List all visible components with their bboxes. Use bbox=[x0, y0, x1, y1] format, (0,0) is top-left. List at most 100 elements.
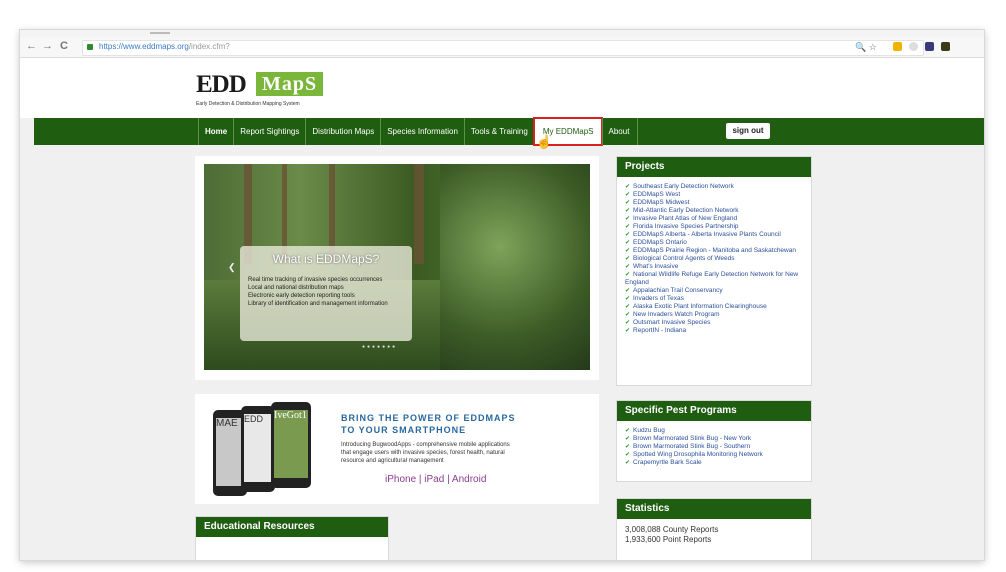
list-item[interactable]: ✔ EDDMapS Prairie Region - Manitoba and S… bbox=[625, 247, 811, 255]
sign-out-button[interactable]: sign out bbox=[726, 123, 770, 139]
lock-icon bbox=[87, 44, 93, 50]
phone-label: IveGot1 bbox=[274, 410, 308, 478]
projects-list: ✔ Southeast Early Detection Network ✔ EDDMa… bbox=[617, 183, 811, 335]
forward-button[interactable]: → bbox=[42, 40, 53, 52]
logo-tagline: Early Detection & Distribution Mapping S… bbox=[196, 101, 300, 107]
address-bar[interactable]: https://www.eddmaps.org/index.cfm? bbox=[82, 40, 924, 56]
list-item-label: EDDMapS Prairie Region - Manitoba and Sa… bbox=[633, 247, 796, 254]
list-item[interactable]: ✔ Outsmart Invasive Species bbox=[625, 319, 811, 327]
slide-dots[interactable]: ●●●●●●● bbox=[362, 344, 397, 350]
list-item[interactable]: ✔ Southeast Early Detection Network bbox=[625, 183, 811, 191]
list-item[interactable]: ✔ National Wildlife Refuge Early Detectio… bbox=[625, 271, 811, 287]
back-button[interactable]: ← bbox=[26, 40, 37, 52]
list-item[interactable]: ✔ Spotted Wing Drosophila Monitoring Netw… bbox=[625, 451, 811, 459]
phone-label: MAE bbox=[216, 418, 244, 486]
browser-toolbar: ← → C https://www.eddmaps.org/index.cfm?… bbox=[20, 37, 984, 58]
list-item-label: New Invaders Watch Program bbox=[633, 311, 720, 318]
list-item[interactable]: ✔ Florida Invasive Species Partnership bbox=[625, 223, 811, 231]
list-item[interactable]: ✔ Invasive Plant Atlas of New England bbox=[625, 215, 811, 223]
list-item-label: Brown Marmorated Stink Bug - Southern bbox=[633, 443, 751, 450]
phone-image: IveGot1 bbox=[271, 402, 311, 488]
hero-slideshow: ❮ What is EDDMapS? Real time tracking of… bbox=[195, 156, 599, 380]
nav-tools-training[interactable]: Tools & Training bbox=[463, 118, 534, 145]
list-item-label: What's Invasive bbox=[633, 263, 679, 270]
extension-icon[interactable] bbox=[941, 42, 950, 51]
check-icon: ✔ bbox=[625, 320, 631, 326]
list-item-label: Crapemyrtle Bark Scale bbox=[633, 459, 702, 466]
site-logo[interactable]: EDD MapS Early Detection & Distribution … bbox=[196, 71, 356, 109]
check-icon: ✔ bbox=[625, 304, 631, 310]
nav-items: Home Report Sightings Distribution Maps … bbox=[198, 117, 639, 146]
zoom-bookmark-icons[interactable]: 🔍 ☆ bbox=[855, 42, 877, 53]
hero-bullets: Real time tracking of invasive species o… bbox=[248, 276, 388, 308]
promo-body: Introducing BugwoodApps - comprehensive … bbox=[341, 442, 510, 464]
url-origin: https://www.eddmaps.org bbox=[99, 42, 189, 51]
check-icon: ✔ bbox=[625, 436, 631, 442]
list-item[interactable]: ✔ Brown Marmorated Stink Bug - Southern bbox=[625, 443, 811, 451]
check-icon: ✔ bbox=[625, 248, 631, 254]
app-store-links[interactable]: iPhone | iPad | Android bbox=[385, 474, 486, 485]
hero-image[interactable]: ❮ What is EDDMapS? Real time tracking of… bbox=[204, 164, 590, 370]
list-item[interactable]: ✔ EDDMapS Ontario bbox=[625, 239, 811, 247]
tree-trunk bbox=[414, 164, 424, 264]
hero-foliage bbox=[440, 164, 590, 370]
check-icon: ✔ bbox=[625, 184, 631, 190]
phones-image: MAE EDD IveGot1 bbox=[213, 402, 323, 496]
nav-about[interactable]: About bbox=[601, 118, 636, 145]
list-item[interactable]: ✔ Mid-Atlantic Early Detection Network bbox=[625, 207, 811, 215]
stat-row: 3,008,088 County Reports bbox=[625, 525, 719, 534]
list-item[interactable]: ✔ Biological Control Agents of Weeds bbox=[625, 255, 811, 263]
hero-bullet: Electronic early detection reporting too… bbox=[248, 293, 355, 299]
logo-edd: EDD bbox=[196, 71, 247, 98]
web-page: EDD MapS Early Detection & Distribution … bbox=[20, 58, 984, 560]
nav-distribution-maps[interactable]: Distribution Maps bbox=[305, 118, 380, 145]
smartphone-promo: MAE EDD IveGot1 BRING THE POWER OF EDDMA… bbox=[195, 394, 599, 504]
extension-icon[interactable] bbox=[925, 42, 934, 51]
pest-programs-list: ✔ Kudzu Bug ✔ Brown Marmorated Stink Bug - … bbox=[617, 427, 811, 467]
reload-button[interactable]: C bbox=[60, 40, 68, 52]
list-item[interactable]: ✔ Invaders of Texas bbox=[625, 295, 811, 303]
phone-label: EDD bbox=[244, 414, 272, 482]
check-icon: ✔ bbox=[625, 256, 631, 262]
extension-icon[interactable] bbox=[893, 42, 902, 51]
browser-window: ← → C https://www.eddmaps.org/index.cfm?… bbox=[20, 30, 984, 560]
chevron-left-icon[interactable]: ❮ bbox=[228, 262, 236, 273]
check-icon: ✔ bbox=[625, 200, 631, 206]
list-item-label: Invasive Plant Atlas of New England bbox=[633, 215, 738, 222]
nav-species-information[interactable]: Species Information bbox=[380, 118, 464, 145]
check-icon: ✔ bbox=[625, 328, 631, 334]
list-item-label: EDDMapS Midwest bbox=[633, 199, 690, 206]
extension-icon[interactable] bbox=[909, 42, 918, 51]
check-icon: ✔ bbox=[625, 216, 631, 222]
list-item[interactable]: ✔ ReportIN - Indiana bbox=[625, 327, 811, 335]
list-item[interactable]: ✔ New Invaders Watch Program bbox=[625, 311, 811, 319]
list-item[interactable]: ✔ Crapemyrtle Bark Scale bbox=[625, 459, 811, 467]
projects-title: Projects bbox=[617, 157, 811, 177]
list-item-label: Appalachian Trail Conservancy bbox=[633, 287, 723, 294]
list-item[interactable]: ✔ EDDMapS Midwest bbox=[625, 199, 811, 207]
url-text: https://www.eddmaps.org/index.cfm? bbox=[99, 42, 230, 51]
hero-bullet: Library of identification and management… bbox=[248, 301, 388, 307]
list-item-label: Florida Invasive Species Partnership bbox=[633, 223, 739, 230]
list-item[interactable]: ✔ What's Invasive bbox=[625, 263, 811, 271]
statistics-title: Statistics bbox=[617, 499, 811, 519]
list-item[interactable]: ✔ Appalachian Trail Conservancy bbox=[625, 287, 811, 295]
list-item[interactable]: ✔ EDDMapS West bbox=[625, 191, 811, 199]
promo-headline: BRING THE POWER OF EDDMAPS TO YOUR SMARTP… bbox=[341, 412, 516, 436]
check-icon: ✔ bbox=[625, 240, 631, 246]
url-path: /index.cfm? bbox=[188, 42, 230, 51]
site-header: EDD MapS Early Detection & Distribution … bbox=[20, 58, 984, 118]
list-item[interactable]: ✔ Alaska Exotic Plant Information Clearin… bbox=[625, 303, 811, 311]
promo-headline-line1: BRING THE POWER OF EDDMAPS bbox=[341, 413, 516, 423]
list-item[interactable]: ✔ EDDMapS Alberta - Alberta Invasive Plan… bbox=[625, 231, 811, 239]
check-icon: ✔ bbox=[625, 264, 631, 270]
list-item-label: EDDMapS West bbox=[633, 191, 681, 198]
hero-bullet: Local and national distribution maps bbox=[248, 285, 344, 291]
check-icon: ✔ bbox=[625, 428, 631, 434]
list-item[interactable]: ✔ Kudzu Bug bbox=[625, 427, 811, 435]
nav-home[interactable]: Home bbox=[198, 118, 233, 145]
nav-report-sightings[interactable]: Report Sightings bbox=[233, 118, 305, 145]
list-item[interactable]: ✔ Brown Marmorated Stink Bug - New York bbox=[625, 435, 811, 443]
check-icon: ✔ bbox=[625, 312, 631, 318]
list-item-label: Biological Control Agents of Weeds bbox=[633, 255, 735, 262]
